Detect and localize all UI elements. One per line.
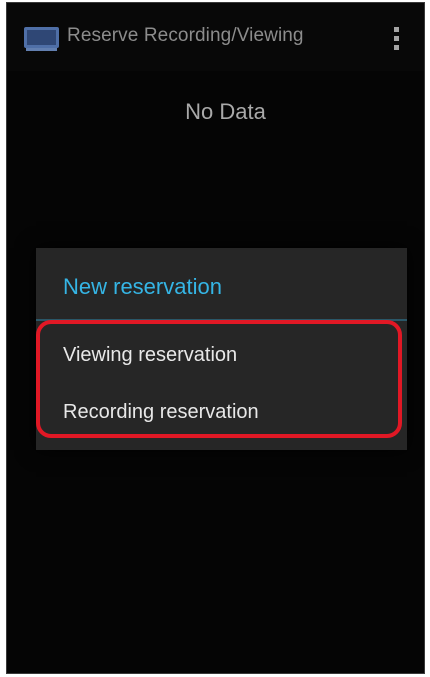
dialog-divider bbox=[36, 319, 407, 321]
reservation-dialog: New reservation Viewing reservation Reco… bbox=[36, 248, 407, 450]
overflow-menu-icon[interactable] bbox=[389, 23, 405, 53]
viewing-reservation-option[interactable]: Viewing reservation bbox=[63, 344, 237, 367]
dialog-title: New reservation bbox=[63, 274, 222, 299]
app-title: Reserve Recording/Viewing bbox=[67, 25, 304, 46]
phone-screen: Reserve Recording/Viewing No Data New re… bbox=[6, 2, 425, 674]
tv-icon bbox=[24, 27, 59, 51]
empty-state-message: No Data bbox=[185, 99, 266, 124]
recording-reservation-option[interactable]: Recording reservation bbox=[63, 401, 259, 424]
action-bar: Reserve Recording/Viewing bbox=[7, 3, 424, 71]
